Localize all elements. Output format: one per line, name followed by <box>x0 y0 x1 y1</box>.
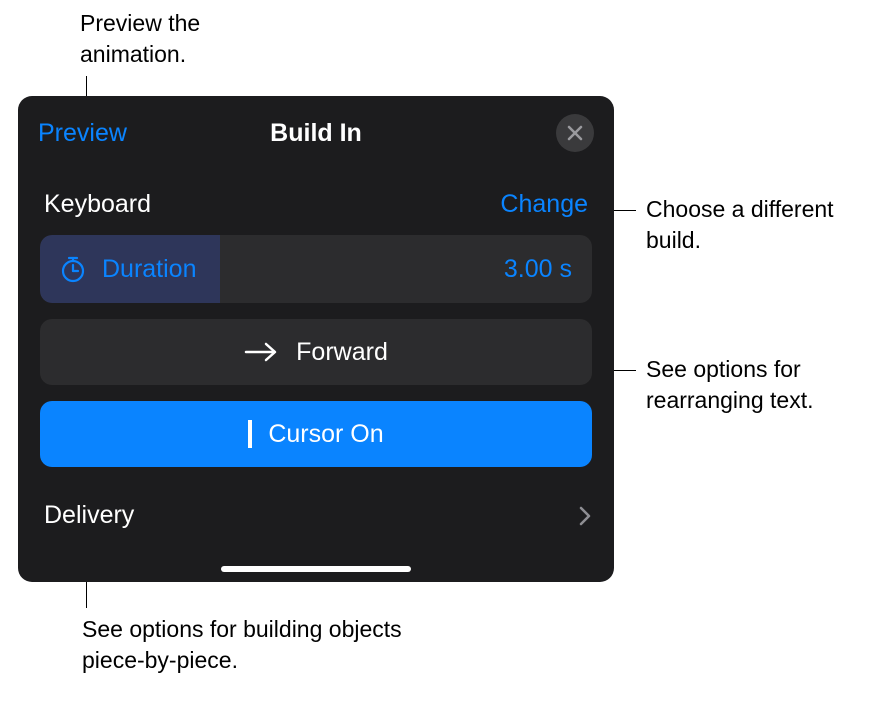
panel-header: Preview Build In <box>18 96 614 166</box>
direction-control[interactable]: Forward <box>40 319 592 385</box>
cursor-icon <box>248 420 252 448</box>
controls-group: Duration 3.00 s Forward Cursor On <box>18 235 614 467</box>
build-in-panel: Preview Build In Keyboard Change Duratio… <box>18 96 614 582</box>
duration-control[interactable]: Duration 3.00 s <box>40 235 592 303</box>
callout-change: Choose a different build. <box>646 194 846 256</box>
duration-active-segment: Duration <box>40 235 220 303</box>
change-button[interactable]: Change <box>500 190 588 219</box>
cursor-control[interactable]: Cursor On <box>40 401 592 467</box>
chevron-right-icon <box>578 505 592 527</box>
effect-name-label: Keyboard <box>44 190 151 219</box>
effect-section: Keyboard Change <box>18 166 614 235</box>
preview-button[interactable]: Preview <box>38 119 127 148</box>
stopwatch-icon <box>58 254 88 284</box>
delivery-row[interactable]: Delivery <box>18 489 614 548</box>
cursor-label: Cursor On <box>268 420 383 449</box>
callout-preview: Preview the animation. <box>80 8 260 70</box>
arrow-right-icon <box>244 341 278 363</box>
direction-label: Forward <box>296 338 388 367</box>
duration-label: Duration <box>102 255 197 284</box>
panel-title: Build In <box>270 119 362 148</box>
duration-value: 3.00 s <box>504 255 572 284</box>
home-indicator <box>221 566 411 572</box>
callout-delivery: See options for building objects piece-b… <box>82 614 432 676</box>
close-icon <box>566 124 584 142</box>
delivery-label: Delivery <box>44 501 134 530</box>
callout-forward: See options for rearranging text. <box>646 354 866 416</box>
close-button[interactable] <box>556 114 594 152</box>
